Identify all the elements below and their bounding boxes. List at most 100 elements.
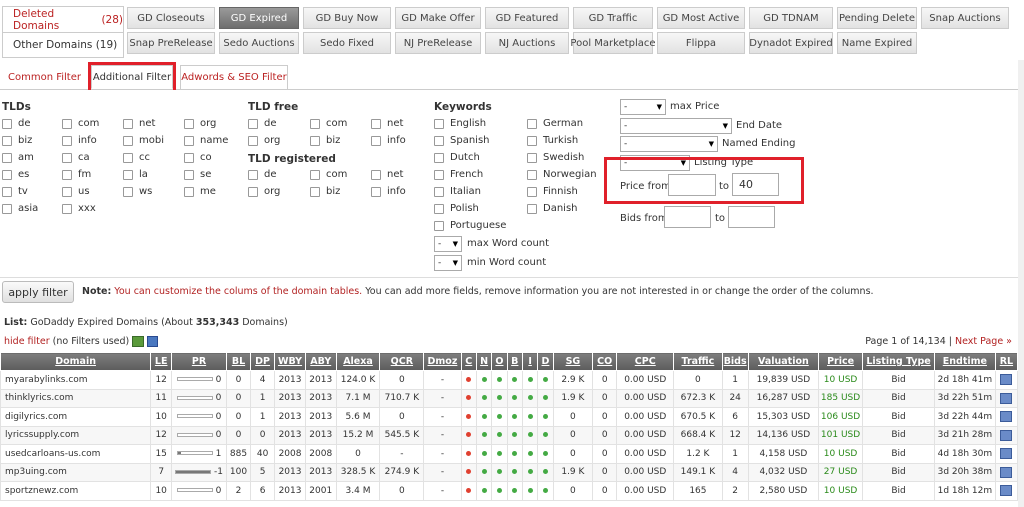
tab-flippa[interactable]: Flippa: [657, 32, 745, 54]
checkbox[interactable]: [434, 220, 444, 231]
checkbox[interactable]: [371, 169, 381, 180]
col-header-pr[interactable]: PR: [171, 352, 227, 371]
cell-domain[interactable]: lyricssupply.com: [0, 425, 152, 445]
col-header-price[interactable]: Price: [817, 352, 864, 371]
checkbox[interactable]: [2, 203, 12, 214]
checkbox[interactable]: [527, 186, 537, 197]
cell-domain[interactable]: sportznewz.com: [0, 481, 152, 501]
col-header-qcr[interactable]: QCR: [379, 352, 425, 371]
cell-rl[interactable]: [994, 370, 1019, 390]
tld-us[interactable]: us: [62, 186, 90, 197]
checkbox[interactable]: [248, 118, 258, 129]
tab-sedo-auctions[interactable]: Sedo Auctions: [219, 32, 299, 54]
tld-registered-org[interactable]: org: [248, 186, 280, 197]
checkbox[interactable]: [371, 118, 381, 129]
checkbox[interactable]: [248, 186, 258, 197]
keyword-swedish[interactable]: Swedish: [527, 152, 584, 163]
tld-org[interactable]: org: [184, 118, 216, 129]
tld-free-com[interactable]: com: [310, 118, 347, 129]
tab-adwords-seo-filter[interactable]: Adwords & SEO Filter: [180, 65, 288, 89]
scrollbar[interactable]: [1018, 60, 1024, 507]
related-links-icon[interactable]: [1000, 374, 1013, 386]
tld-co[interactable]: co: [184, 152, 212, 163]
checkbox[interactable]: [527, 152, 537, 163]
related-links-icon[interactable]: [1000, 392, 1013, 404]
checkbox[interactable]: [248, 169, 258, 180]
checkbox[interactable]: [2, 169, 12, 180]
tld-registered-com[interactable]: com: [310, 169, 347, 180]
col-header-domain[interactable]: Domain: [0, 352, 152, 371]
checkbox[interactable]: [371, 186, 381, 197]
checkbox[interactable]: [434, 152, 444, 163]
checkbox[interactable]: [184, 118, 194, 129]
cell-rl[interactable]: [994, 407, 1019, 427]
tab-gd-featured[interactable]: GD Featured: [485, 7, 569, 29]
checkbox[interactable]: [527, 203, 537, 214]
tld-ca[interactable]: ca: [62, 152, 90, 163]
col-header-bids[interactable]: Bids: [721, 352, 749, 371]
tab-gd-buy-now[interactable]: GD Buy Now: [303, 7, 391, 29]
checkbox[interactable]: [123, 169, 133, 180]
keyword-portuguese[interactable]: Portuguese: [434, 220, 506, 231]
col-header-rl[interactable]: RL: [994, 352, 1019, 371]
col-header-o[interactable]: O: [491, 352, 508, 371]
tld-tv[interactable]: tv: [2, 186, 28, 197]
tld-free-de[interactable]: de: [248, 118, 277, 129]
tld-free-biz[interactable]: biz: [310, 135, 340, 146]
tab-gd-tdnam[interactable]: GD TDNAM: [749, 7, 833, 29]
col-header-bl[interactable]: BL: [225, 352, 252, 371]
max-word-count-select[interactable]: - ▼: [434, 236, 462, 252]
checkbox[interactable]: [62, 152, 72, 163]
cell-rl[interactable]: [994, 444, 1019, 464]
tab-snap-auctions[interactable]: Snap Auctions: [921, 7, 1009, 29]
note-customize-link[interactable]: You can customize the colums of the doma…: [114, 286, 362, 297]
col-header-dp[interactable]: DP: [250, 352, 276, 371]
next-page-link[interactable]: Next Page »: [955, 336, 1012, 347]
checkbox[interactable]: [248, 135, 258, 146]
end-date-select[interactable]: - ▼: [620, 118, 732, 134]
tab-other-domains[interactable]: Other Domains (19): [2, 32, 124, 58]
tld-asia[interactable]: asia: [2, 203, 38, 214]
tab-pending-delete[interactable]: Pending Delete: [837, 7, 917, 29]
tab-snap-prerelease[interactable]: Snap PreRelease: [127, 32, 215, 54]
max-price-select[interactable]: - ▼: [620, 99, 666, 115]
tld-la[interactable]: la: [123, 169, 148, 180]
keyword-french[interactable]: French: [434, 169, 483, 180]
tld-am[interactable]: am: [2, 152, 34, 163]
keyword-german[interactable]: German: [527, 118, 583, 129]
checkbox[interactable]: [371, 135, 381, 146]
checkbox[interactable]: [123, 186, 133, 197]
related-links-icon[interactable]: [1000, 429, 1013, 441]
checkbox[interactable]: [184, 186, 194, 197]
checkbox[interactable]: [184, 169, 194, 180]
col-header-c[interactable]: C: [460, 352, 477, 371]
related-links-icon[interactable]: [1000, 411, 1013, 423]
checkbox[interactable]: [184, 152, 194, 163]
tab-pool-marketplace[interactable]: Pool Marketplace: [570, 32, 656, 54]
checkbox[interactable]: [434, 186, 444, 197]
checkbox[interactable]: [2, 152, 12, 163]
keyword-dutch[interactable]: Dutch: [434, 152, 480, 163]
checkbox[interactable]: [310, 186, 320, 197]
checkbox[interactable]: [310, 169, 320, 180]
checkbox[interactable]: [123, 152, 133, 163]
tld-free-net[interactable]: net: [371, 118, 403, 129]
col-header-d[interactable]: D: [537, 352, 554, 371]
tld-es[interactable]: es: [2, 169, 29, 180]
tab-gd-most-active[interactable]: GD Most Active: [657, 7, 745, 29]
tld-fm[interactable]: fm: [62, 169, 91, 180]
col-header-i[interactable]: I: [521, 352, 539, 371]
tab-sedo-fixed[interactable]: Sedo Fixed: [303, 32, 391, 54]
cell-rl[interactable]: [994, 425, 1019, 445]
checkbox[interactable]: [184, 135, 194, 146]
keyword-finnish[interactable]: Finnish: [527, 186, 578, 197]
tld-registered-info[interactable]: info: [371, 186, 406, 197]
tab-dynadot-expired[interactable]: Dynadot Expired: [749, 32, 833, 54]
keyword-italian[interactable]: Italian: [434, 186, 481, 197]
tab-gd-closeouts[interactable]: GD Closeouts: [127, 7, 215, 29]
hide-filter-link[interactable]: hide filter: [4, 336, 50, 347]
col-header-traffic[interactable]: Traffic: [673, 352, 723, 371]
bids-from-input[interactable]: [664, 206, 711, 228]
tld-se[interactable]: se: [184, 169, 211, 180]
col-header-dmoz[interactable]: Dmoz: [423, 352, 462, 371]
